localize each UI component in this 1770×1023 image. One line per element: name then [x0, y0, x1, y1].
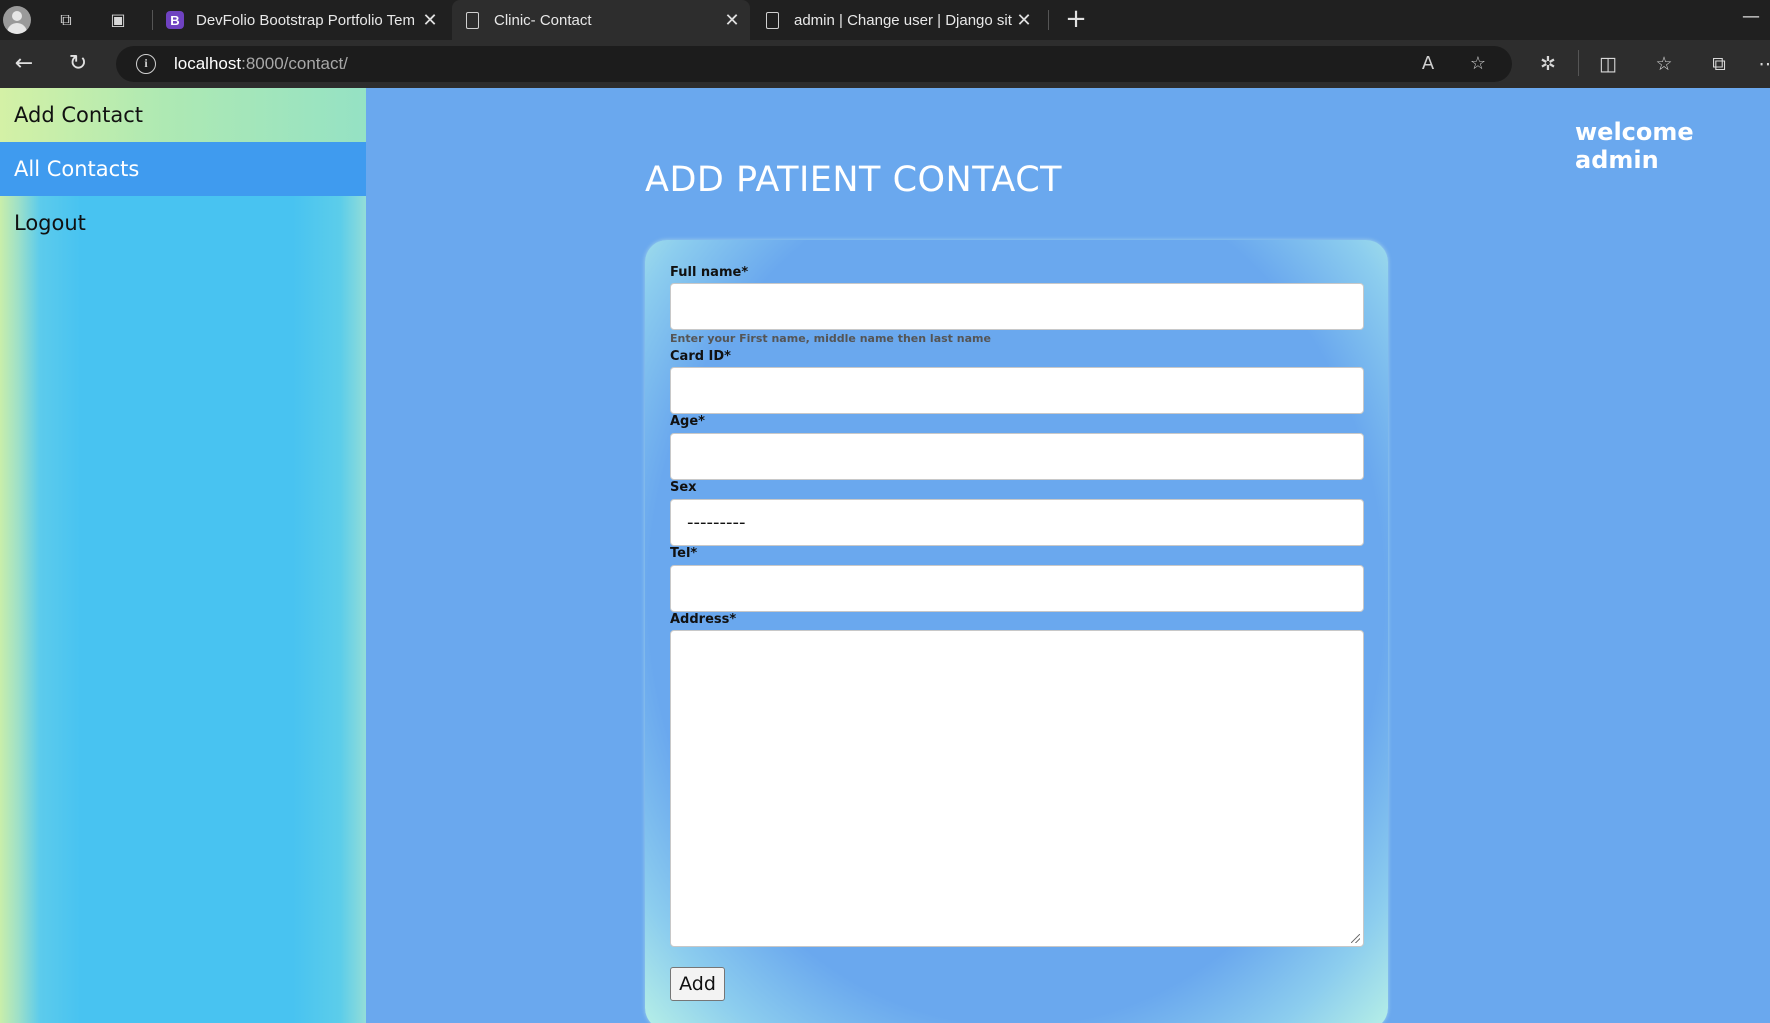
read-aloud-icon[interactable]: A	[1416, 52, 1440, 76]
full-name-label: Full name*	[670, 265, 749, 280]
collections-icon[interactable]: ⧉	[1705, 50, 1733, 78]
close-tab-icon[interactable]: ✕	[1014, 10, 1034, 31]
sidebar-item-all-contacts[interactable]: All Contacts	[0, 142, 366, 196]
add-button[interactable]: Add	[670, 967, 725, 1001]
address-bar-row: ← ↻ i localhost:8000/contact/ A ☆ ✲ ◫ ☆ …	[0, 40, 1770, 88]
back-arrow-icon[interactable]: ←	[10, 50, 38, 78]
favorites-icon[interactable]: ☆	[1650, 50, 1678, 78]
tab-clinic-contact[interactable]: Clinic- Contact ✕	[452, 0, 750, 40]
new-tab-icon[interactable]: +	[1062, 6, 1090, 34]
sidebar: Add Contact All Contacts Logout	[0, 88, 366, 1023]
refresh-icon[interactable]: ↻	[64, 50, 92, 78]
card-id-label: Card ID*	[670, 349, 731, 364]
page-icon	[466, 11, 479, 29]
full-name-input[interactable]	[670, 283, 1364, 330]
page-title: ADD PATIENT CONTACT	[645, 160, 1063, 200]
browser-tab-bar: ⧉ ▣ B DevFolio Bootstrap Portfolio Tem ✕…	[0, 0, 1770, 40]
close-tab-icon[interactable]: ✕	[420, 10, 440, 31]
bootstrap-b-icon: B	[166, 11, 184, 29]
tab-devfolio[interactable]: B DevFolio Bootstrap Portfolio Tem ✕	[154, 0, 448, 40]
more-tools-icon[interactable]: ⋯	[1754, 50, 1770, 78]
site-info-icon[interactable]: i	[136, 54, 156, 74]
tel-input[interactable]	[670, 565, 1364, 612]
address-label: Address*	[670, 612, 737, 627]
address-textarea[interactable]	[670, 630, 1364, 947]
url-field[interactable]: i localhost:8000/contact/ A ☆	[116, 46, 1512, 82]
minimize-icon[interactable]: —	[1742, 6, 1760, 27]
close-tab-icon[interactable]: ✕	[722, 10, 742, 31]
sex-select[interactable]: ---------	[670, 499, 1364, 546]
age-input[interactable]	[670, 433, 1364, 480]
page-icon	[766, 11, 779, 29]
resize-handle-icon[interactable]	[1351, 934, 1360, 943]
workspaces-icon[interactable]: ⧉	[54, 8, 78, 32]
sidebar-item-logout[interactable]: Logout	[0, 196, 366, 250]
card-id-input[interactable]	[670, 367, 1364, 414]
tab-django-admin[interactable]: admin | Change user | Django sit ✕	[752, 0, 1042, 40]
vertical-tabs-icon[interactable]: ▣	[106, 8, 130, 32]
sex-label: Sex	[670, 480, 697, 495]
age-label: Age*	[670, 414, 705, 429]
tel-label: Tel*	[670, 546, 698, 561]
welcome-message: welcome admin	[1575, 118, 1694, 174]
extensions-icon[interactable]: ✲	[1534, 50, 1562, 78]
full-name-help-text: Enter your First name, middle name then …	[670, 332, 991, 345]
contact-form: Full name* Enter your First name, middle…	[645, 240, 1388, 1023]
sidebar-item-add-contact[interactable]: Add Contact	[0, 88, 366, 142]
favorite-star-icon[interactable]: ☆	[1466, 52, 1490, 76]
profile-avatar-icon[interactable]	[3, 6, 31, 34]
split-screen-icon[interactable]: ◫	[1594, 50, 1622, 78]
